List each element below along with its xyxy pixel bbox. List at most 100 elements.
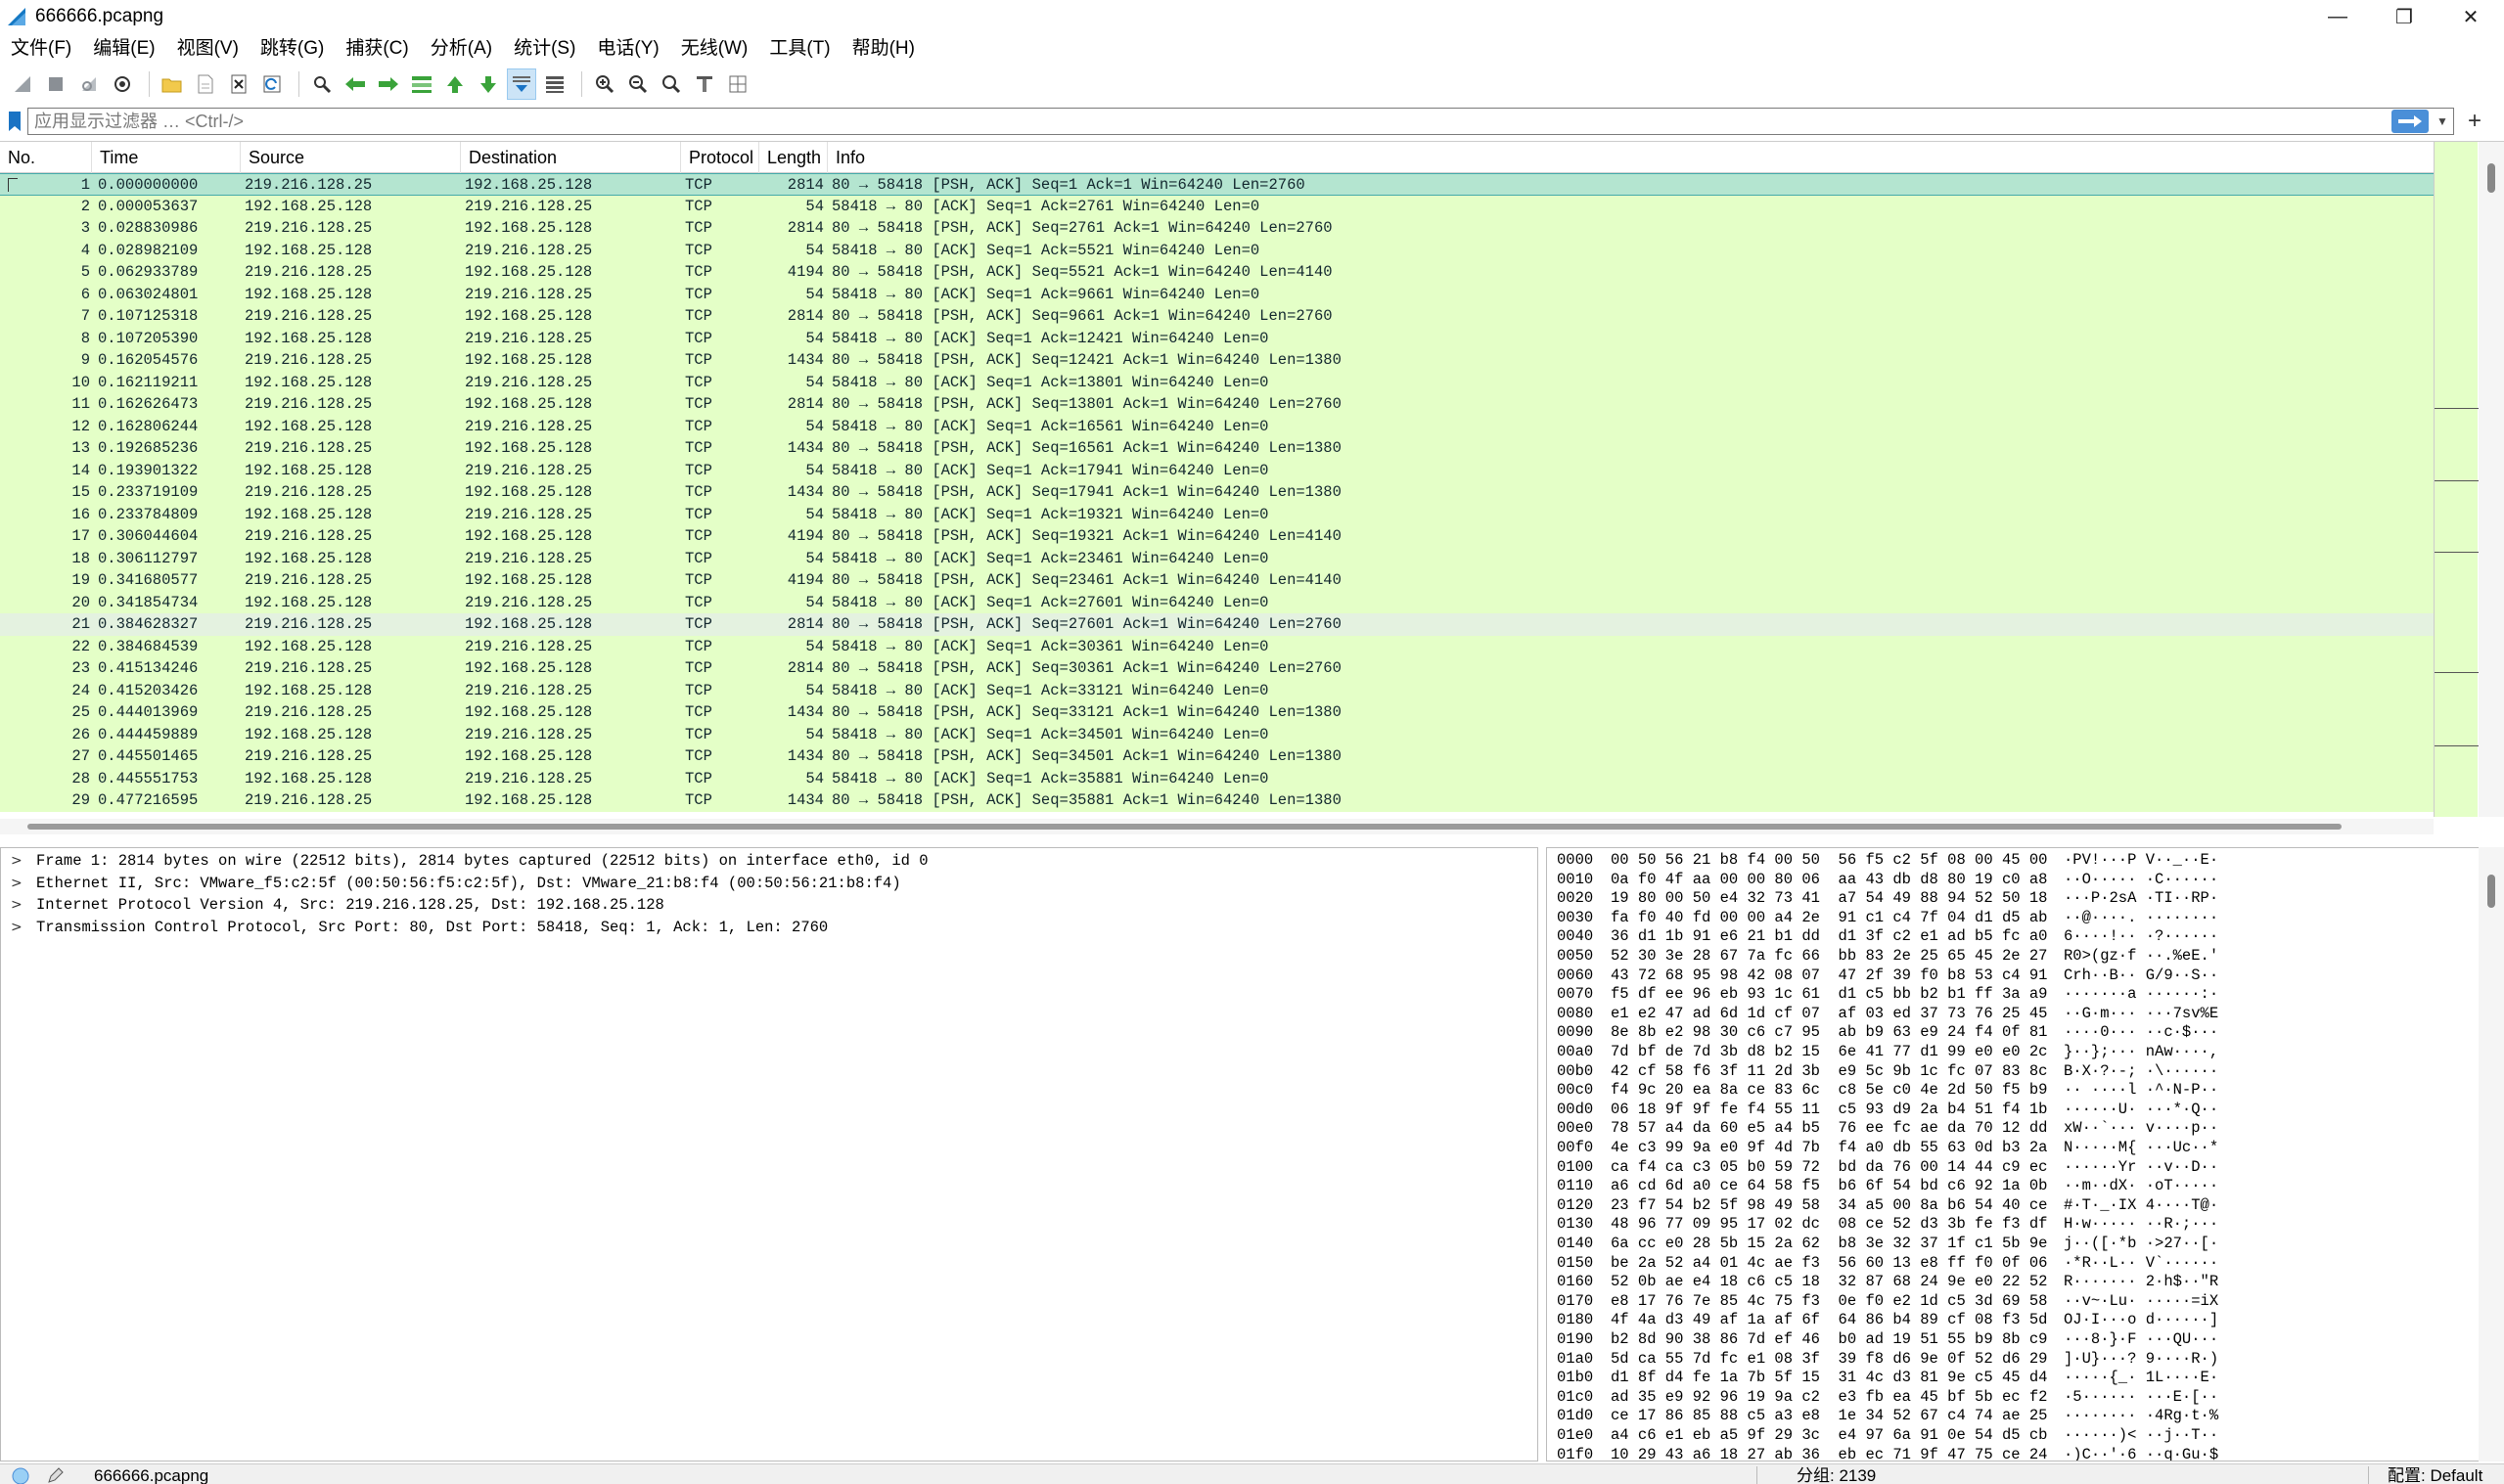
add-filter-button[interactable]: + [2460,106,2489,137]
column-protocol[interactable]: Protocol [681,142,759,173]
zoom-out-icon[interactable] [623,68,653,100]
shark-fin-start-icon[interactable] [8,68,37,100]
find-icon[interactable] [307,68,337,100]
first-packet-icon[interactable] [440,68,470,100]
column-length[interactable]: Length [759,142,828,173]
packet-row[interactable]: 26 0.444459889 192.168.25.128 219.216.128.2… [0,723,2434,745]
packet-row[interactable]: 3 0.028830986 219.216.128.25 192.168.25.128… [0,217,2434,240]
packet-row[interactable]: 12 0.162806244 192.168.25.128 219.216.128.2… [0,415,2434,437]
hex-off: 0070 [1557,985,1594,1004]
packet-cell-dst: 192.168.25.128 [465,307,593,325]
menu-edit[interactable]: 编辑(E) [82,33,165,65]
packet-row[interactable]: 23 0.415134246 219.216.128.25 192.168.25.12… [0,657,2434,680]
packet-cell-info: 58418 → 80 [ACK] Seq=1 Ack=23461 Win=642… [832,549,1269,567]
menu-tools[interactable]: 工具(T) [758,33,841,65]
column-no[interactable]: No. [0,142,92,173]
normal-size-icon[interactable] [657,68,686,100]
packet-row[interactable]: 8 0.107205390 192.168.25.128 219.216.128.25… [0,327,2434,349]
menu-file[interactable]: 文件(F) [0,33,82,65]
capture-options-icon[interactable] [108,68,137,100]
menu-view[interactable]: 视图(V) [166,33,250,65]
colorize-icon[interactable] [540,68,569,100]
packet-row[interactable]: 28 0.445551753 192.168.25.128 219.216.128.2… [0,767,2434,789]
chevron-down-icon[interactable]: ▼ [2434,110,2451,133]
comment-edit-icon[interactable] [47,1466,65,1484]
status-profile[interactable]: 配置: Default [2388,1464,2482,1484]
packet-row[interactable]: 20 0.341854734 192.168.25.128 219.216.128.2… [0,591,2434,613]
zoom-in-icon[interactable] [590,68,619,100]
resize-columns-icon[interactable] [690,68,719,100]
packet-row[interactable]: 9 0.162054576 219.216.128.25 192.168.25.128… [0,349,2434,372]
display-filter-input[interactable] [27,108,2454,135]
packet-list-hscrollbar[interactable] [0,819,2434,834]
hex-asc: ···P·2sA ·TI··RP· [2064,889,2219,908]
packet-row[interactable]: 24 0.415203426 192.168.25.128 219.216.128.2… [0,679,2434,701]
autoscroll-icon[interactable] [507,68,536,100]
packet-row[interactable]: 4 0.028982109 192.168.25.128 219.216.128.25… [0,239,2434,261]
scrollbar-thumb[interactable] [2487,163,2495,193]
bytes-scrollbar[interactable] [2479,847,2504,1462]
packet-row[interactable]: 29 0.477216595 219.216.128.25 192.168.25.12… [0,789,2434,812]
menu-go[interactable]: 跳转(G) [250,33,335,65]
go-to-packet-icon[interactable] [407,68,436,100]
packet-cell-len: 54 [805,417,824,435]
packet-row[interactable]: 22 0.384684539 192.168.25.128 219.216.128.2… [0,635,2434,657]
column-destination[interactable]: Destination [461,142,681,173]
apply-filter-button[interactable] [2391,110,2429,133]
chevron-right-icon[interactable]: > [11,917,24,938]
packet-row[interactable]: 17 0.306044604 219.216.128.25 192.168.25.12… [0,525,2434,548]
packet-cell-info: 80 → 58418 [PSH, ACK] Seq=35881 Ack=1 Wi… [832,791,1342,809]
layout-icon[interactable] [723,68,752,100]
chevron-right-icon[interactable]: > [11,873,24,894]
packet-row[interactable]: 21 0.384628327 219.216.128.25 192.168.25.12… [0,613,2434,636]
close-file-icon[interactable] [224,68,253,100]
chevron-right-icon[interactable]: > [11,850,24,872]
scrollbar-thumb[interactable] [2487,875,2495,908]
packet-row[interactable]: 2 0.000053637 192.168.25.128 219.216.128.25… [0,195,2434,217]
column-info[interactable]: Info [828,142,2433,173]
scrollbar-thumb[interactable] [27,824,2342,830]
packet-cell-info: 58418 → 80 [ACK] Seq=1 Ack=12421 Win=642… [832,329,1269,347]
close-button[interactable]: ✕ [2437,0,2504,33]
packet-row[interactable]: 25 0.444013969 219.216.128.25 192.168.25.12… [0,701,2434,724]
packet-row[interactable]: 6 0.063024801 192.168.25.128 219.216.128.25… [0,283,2434,305]
menu-capture[interactable]: 捕获(C) [335,33,419,65]
menu-help[interactable]: 帮助(H) [842,33,926,65]
packet-row[interactable]: 7 0.107125318 219.216.128.25 192.168.25.128… [0,305,2434,328]
packet-row[interactable]: 15 0.233719109 219.216.128.25 192.168.25.12… [0,481,2434,504]
last-packet-icon[interactable] [474,68,503,100]
packet-minimap[interactable] [2434,142,2479,817]
reload-icon[interactable] [257,68,287,100]
packet-row[interactable]: 19 0.341680577 219.216.128.25 192.168.25.12… [0,569,2434,592]
bookmark-icon[interactable] [4,108,25,135]
packet-list-scrollbar[interactable] [2479,142,2504,817]
menu-statistics[interactable]: 统计(S) [503,33,586,65]
menu-telephony[interactable]: 电话(Y) [586,33,669,65]
maximize-button[interactable]: ❐ [2371,0,2437,33]
go-forward-icon[interactable] [374,68,403,100]
open-folder-icon[interactable] [158,68,187,100]
restart-icon[interactable] [74,68,104,100]
packet-row[interactable]: 1 0.000000000 219.216.128.25 192.168.25.128… [0,173,2434,196]
expert-info-icon[interactable] [12,1467,29,1484]
minimize-button[interactable]: — [2304,0,2371,33]
menu-analyze[interactable]: 分析(A) [420,33,503,65]
packet-row[interactable]: 5 0.062933789 219.216.128.25 192.168.25.128… [0,261,2434,284]
hex-asc: B·X·?·-; ·\······ [2064,1061,2219,1080]
go-back-icon[interactable] [341,68,370,100]
packet-row[interactable]: 16 0.233784809 192.168.25.128 219.216.128.2… [0,503,2434,525]
packet-row[interactable]: 13 0.192685236 219.216.128.25 192.168.25.12… [0,437,2434,460]
packet-row[interactable]: 10 0.162119211 192.168.25.128 219.216.128.2… [0,371,2434,393]
column-source[interactable]: Source [241,142,461,173]
packet-row[interactable]: 27 0.445501465 219.216.128.25 192.168.25.12… [0,745,2434,768]
packet-row[interactable]: 14 0.193901322 192.168.25.128 219.216.128.2… [0,459,2434,481]
menu-wireless[interactable]: 无线(W) [670,33,759,65]
packet-row[interactable]: 18 0.306112797 192.168.25.128 219.216.128.2… [0,547,2434,569]
column-time[interactable]: Time [92,142,241,173]
chevron-right-icon[interactable]: > [11,894,24,916]
stop-icon[interactable] [41,68,70,100]
packet-cell-proto: TCP [685,681,712,699]
packet-cell-time: 0.384628327 [98,615,199,633]
packet-row[interactable]: 11 0.162626473 219.216.128.25 192.168.25.12… [0,393,2434,416]
save-icon[interactable] [191,68,220,100]
